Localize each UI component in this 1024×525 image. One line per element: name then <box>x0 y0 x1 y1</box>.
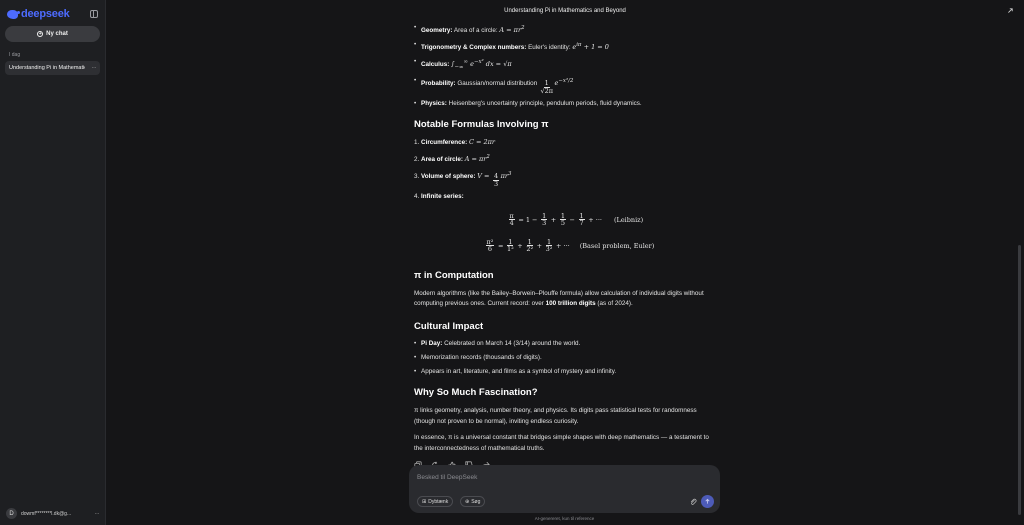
globe-icon: ⊕ <box>465 498 470 505</box>
math-inline: 1 √2π e−x²/2 <box>540 78 574 95</box>
new-chat-button[interactable]: + Ny chat <box>5 26 100 42</box>
section-heading: π in Computation <box>414 269 494 281</box>
item-label: Pi Day: <box>421 340 443 348</box>
search-label: Søg <box>471 498 481 505</box>
list-item: 3. Volume of sphere: V = 4 3 πr3 <box>414 170 719 187</box>
list-item: Geometry: Area of a circle: A = πr2 <box>414 24 719 35</box>
list-item: Memorization records (thousands of digit… <box>414 354 719 362</box>
item-label: Physics: <box>421 100 447 108</box>
math-inline: ∫−∞∞ e−x² dx = √π <box>451 58 512 71</box>
math-inline: V = 4 3 πr3 <box>477 170 512 188</box>
arrow-up-icon <box>705 498 710 504</box>
section-heading: Notable Formulas Involving π <box>414 119 549 131</box>
history-item[interactable]: Understanding Pi in Mathematics and Beyo… <box>5 61 100 75</box>
item-label: Probability: <box>421 80 456 88</box>
paperclip-icon[interactable] <box>689 497 697 506</box>
item-text: Area of a circle: <box>453 27 500 35</box>
paragraph: In essence, π is a universal constant th… <box>414 434 709 453</box>
deepthink-label: Dybtænk <box>428 498 449 505</box>
list-item: Calculus: ∫−∞∞ e−x² dx = √π <box>414 58 719 71</box>
deepseek-logo[interactable]: deepseek <box>7 8 70 20</box>
item-number: 4. <box>414 192 420 200</box>
section-heading: Cultural Impact <box>414 321 484 333</box>
user-menu-icon[interactable]: ··· <box>95 511 100 517</box>
paragraph-bold: 100 trillion digits <box>545 300 596 308</box>
scrollbar[interactable] <box>1018 245 1021 515</box>
item-text: Appears in art, literature, and films as… <box>421 367 617 375</box>
history-day-label: I dag <box>9 52 21 58</box>
disclaimer: AI-genereret, kun til reference <box>534 516 595 521</box>
assistant-message: Geometry: Area of a circle: A = πr2 Trig… <box>414 24 719 469</box>
user-email: dowmf********l.dk@g... <box>21 510 72 517</box>
item-text: Celebrated on March 14 (3/14) around the… <box>442 340 581 348</box>
share-icon[interactable] <box>1007 7 1014 14</box>
history-item-title: Understanding Pi in Mathematics and Beyo… <box>9 65 85 71</box>
list-item: Appears in art, literature, and films as… <box>414 368 719 376</box>
math-inline: eiπ + 1 = 0 <box>572 41 609 52</box>
plus-icon: + <box>37 31 44 37</box>
sidebar-toggle-icon[interactable] <box>90 10 98 18</box>
item-text: Euler's identity: <box>528 44 573 52</box>
section-heading: Why So Much Fascination? <box>414 386 538 398</box>
logo-text: deepseek <box>21 8 70 20</box>
item-label: Area of circle: <box>421 156 464 164</box>
list-item: Physics: Heisenberg's uncertainty princi… <box>414 100 719 108</box>
math-inline: C = 2πr <box>468 138 496 147</box>
item-label: Circumference: <box>421 139 468 147</box>
math-inline: A = πr2 <box>499 25 525 35</box>
item-label: Trigonometry & Complex numbers: <box>421 44 527 52</box>
sidebar: deepseek + Ny chat I dag Understanding P… <box>0 0 106 525</box>
chat-main: Understanding Pi in Mathematics and Beyo… <box>106 0 1024 525</box>
app-root: deepseek + Ny chat I dag Understanding P… <box>0 0 1024 525</box>
item-number: 2. <box>414 156 420 164</box>
deepthink-icon: ⊞ <box>422 498 427 505</box>
topbar: Understanding Pi in Mathematics and Beyo… <box>106 0 1024 22</box>
list-item: Pi Day: Celebrated on March 14 (3/14) ar… <box>414 340 719 348</box>
message-input[interactable] <box>417 472 677 482</box>
item-number: 1. <box>414 139 420 147</box>
message-composer: ⊞ Dybtænk ⊕ Søg <box>409 465 720 513</box>
list-item: 1. Circumference: C = 2πr <box>414 138 719 147</box>
list-item: Trigonometry & Complex numbers: Euler's … <box>414 41 719 52</box>
whale-icon <box>7 9 20 19</box>
item-label: Volume of sphere: <box>421 173 476 181</box>
avatar: D <box>6 508 17 519</box>
paragraph-text: (as of 2024). <box>595 300 633 308</box>
deepthink-toggle[interactable]: ⊞ Dybtænk <box>417 496 454 507</box>
list-item: 4. Infinite series: <box>414 193 719 201</box>
math-display-basel: π² 6 = 1 1² + 1 2² + 1 3² + ··· (Basel probl… <box>485 237 655 254</box>
item-number: 3. <box>414 173 420 181</box>
more-options-icon[interactable]: ··· <box>92 65 97 71</box>
user-profile[interactable]: D dowmf********l.dk@g... ··· <box>6 508 99 519</box>
list-item: Probability: Gaussian/normal distributio… <box>414 77 719 94</box>
item-label: Geometry: <box>421 27 453 35</box>
item-text: Heisenberg's uncertainty principle, pend… <box>448 100 642 108</box>
send-button[interactable] <box>701 495 714 508</box>
item-label: Calculus: <box>421 61 450 69</box>
item-label: Infinite series: <box>421 192 464 200</box>
item-text: Gaussian/normal distribution <box>457 80 539 88</box>
chat-title: Understanding Pi in Mathematics and Beyo… <box>504 8 626 14</box>
paragraph: Modern algorithms (like the Bailey–Borwe… <box>414 289 719 311</box>
math-inline: A = πr2 <box>464 153 490 164</box>
search-toggle[interactable]: ⊕ Søg <box>460 496 486 507</box>
new-chat-label: Ny chat <box>46 31 68 37</box>
list-item: 2. Area of circle: A = πr2 <box>414 153 719 164</box>
equation-note: (Basel problem, Euler) <box>579 241 655 250</box>
item-text: Memorization records (thousands of digit… <box>421 354 542 361</box>
logo-row: deepseek <box>0 0 105 22</box>
math-display-leibniz: π4 = 1 − 13 + 15 − 17 + ··· (Leibniz) <box>508 211 644 228</box>
paragraph: π links geometry, analysis, number theor… <box>414 406 697 425</box>
equation-note: (Leibniz) <box>613 215 644 224</box>
